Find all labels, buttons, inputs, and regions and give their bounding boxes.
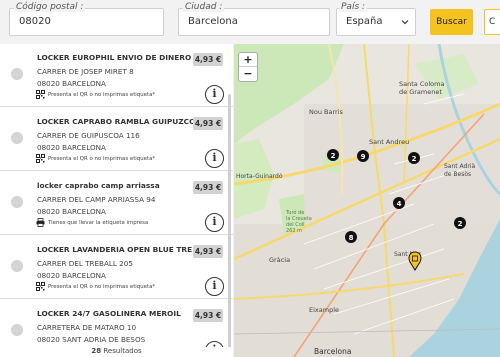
locker-street: CARRER DE GUIPUSCOA 116 <box>37 131 140 140</box>
map-label: Eixample <box>309 306 339 314</box>
map-label: de Besòs <box>444 171 471 178</box>
list-item[interactable]: locker caprabo camp arriassa 4,93 € CARR… <box>0 172 233 235</box>
cluster-count: 8 <box>349 234 354 242</box>
map-cluster-marker[interactable]: 9 <box>357 150 369 162</box>
locker-city: 08020 BARCELONA <box>37 271 106 280</box>
info-icon[interactable]: i <box>205 149 224 168</box>
city-input[interactable]: Barcelona <box>178 8 330 36</box>
price-badge: 4,93 € <box>193 309 223 322</box>
results-number: 28 <box>91 347 102 355</box>
locker-street: CARRER DEL CAMP ARRIASSA 94 <box>37 195 156 204</box>
price-badge: 4,93 € <box>193 181 223 194</box>
map-label: 262 m <box>286 228 302 234</box>
info-icon[interactable]: i <box>205 213 224 232</box>
qr-code-icon <box>36 90 45 99</box>
select-radio[interactable] <box>11 132 23 144</box>
select-radio[interactable] <box>11 196 23 208</box>
locker-list: LOCKER EUROPHIL ENVIO DE DINERO 4,93 € C… <box>0 44 233 357</box>
map-label: Gràcia <box>269 256 290 264</box>
cluster-count: 4 <box>397 200 402 208</box>
map-cluster-marker[interactable]: 4 <box>393 197 405 209</box>
map-label: Nou Barris <box>309 108 344 116</box>
locker-name: LOCKER CAPRABO RAMBLA GUIPUZCOA <box>37 117 201 126</box>
results-count: 28 Resultados <box>0 347 233 357</box>
city-label: Ciudad : <box>183 2 225 12</box>
locker-note: Presenta el QR o no imprimas etiqueta* <box>48 92 156 98</box>
zoom-out-button[interactable]: − <box>239 67 257 81</box>
list-item[interactable]: LOCKER EUROPHIL ENVIO DE DINERO 4,93 € C… <box>0 44 233 107</box>
map-label: Santa Coloma <box>399 80 444 88</box>
country-label: País : <box>339 2 368 12</box>
country-select[interactable]: España <box>336 8 416 36</box>
country-select-value: España <box>346 16 383 27</box>
postal-code-input[interactable]: 08020 <box>9 8 164 36</box>
map-zoom-control: + − <box>238 52 258 82</box>
select-radio[interactable] <box>11 260 23 272</box>
search-button[interactable]: Buscar <box>430 9 473 35</box>
map[interactable]: Santa Coloma de Gramenet Nou Barris Sant… <box>234 44 500 357</box>
info-icon[interactable]: i <box>205 277 224 296</box>
map-cluster-marker[interactable]: 8 <box>345 231 357 243</box>
info-icon[interactable]: i <box>205 85 224 104</box>
qr-code-icon <box>36 154 45 163</box>
cluster-count: 2 <box>331 152 336 160</box>
list-item[interactable]: LOCKER LAVANDERIA OPEN BLUE TRE 4,93 € C… <box>0 236 233 299</box>
cluster-count: 2 <box>458 220 463 228</box>
locker-note: Presenta el QR o no imprimas etiqueta* <box>48 156 156 162</box>
map-cluster-marker[interactable]: 2 <box>454 217 466 229</box>
locker-street: CARRETERA DE MATARO 10 <box>37 323 137 332</box>
postal-code-label: Código postal : <box>14 2 86 12</box>
cluster-count: 9 <box>361 153 366 161</box>
locker-street: CARRER DEL TREBALL 205 <box>37 259 133 268</box>
map-cluster-marker[interactable]: 2 <box>408 152 420 164</box>
locker-note: Presenta el QR o no imprimas etiqueta* <box>48 284 156 290</box>
list-scrollbar[interactable] <box>228 94 231 349</box>
cluster-count: 2 <box>412 155 417 163</box>
map-label: de Gramenet <box>399 88 442 96</box>
locker-name: locker caprabo camp arriassa <box>37 181 160 190</box>
locker-city: 08020 SANT ADRIA DE BESOS <box>37 335 146 344</box>
map-label: Sant Andreu <box>369 138 409 146</box>
map-label: Barcelona <box>314 347 351 356</box>
locker-city: 08020 BARCELONA <box>37 207 106 216</box>
qr-code-icon <box>36 282 45 291</box>
results-label: Resultados <box>103 347 142 355</box>
map-label: Horta-Guinardó <box>236 173 283 180</box>
locker-street: CARRER DE JOSEP MIRET 8 <box>37 67 134 76</box>
select-radio[interactable] <box>11 324 23 336</box>
map-label: Sant Adrià <box>444 163 475 170</box>
map-cluster-marker[interactable]: 2 <box>327 149 339 161</box>
locker-city: 08020 BARCELONA <box>37 143 106 152</box>
map-canvas[interactable]: Santa Coloma de Gramenet Nou Barris Sant… <box>234 44 500 357</box>
list-item[interactable]: LOCKER CAPRABO RAMBLA GUIPUZCOA 4,93 € C… <box>0 108 233 171</box>
price-badge: 4,93 € <box>193 117 223 130</box>
search-bar: Código postal : 08020 Ciudad : Barcelona… <box>0 0 500 44</box>
locker-city: 08020 BARCELONA <box>37 79 106 88</box>
locker-name: LOCKER 24/7 GASOLINERA MEROIL <box>37 309 181 318</box>
price-badge: 4,93 € <box>193 245 223 258</box>
locker-name: LOCKER LAVANDERIA OPEN BLUE TRE <box>37 245 193 254</box>
locker-name: LOCKER EUROPHIL ENVIO DE DINERO <box>37 53 192 62</box>
locker-note: Tienes que llevar la etiqueta impresa <box>48 220 149 226</box>
printer-icon <box>36 218 45 227</box>
map-label: Turó de <box>285 209 304 216</box>
zoom-in-button[interactable]: + <box>239 53 257 67</box>
select-radio[interactable] <box>11 68 23 80</box>
chevron-down-icon <box>401 20 409 25</box>
secondary-button[interactable]: C <box>484 9 500 35</box>
price-badge: 4,93 € <box>193 53 223 66</box>
